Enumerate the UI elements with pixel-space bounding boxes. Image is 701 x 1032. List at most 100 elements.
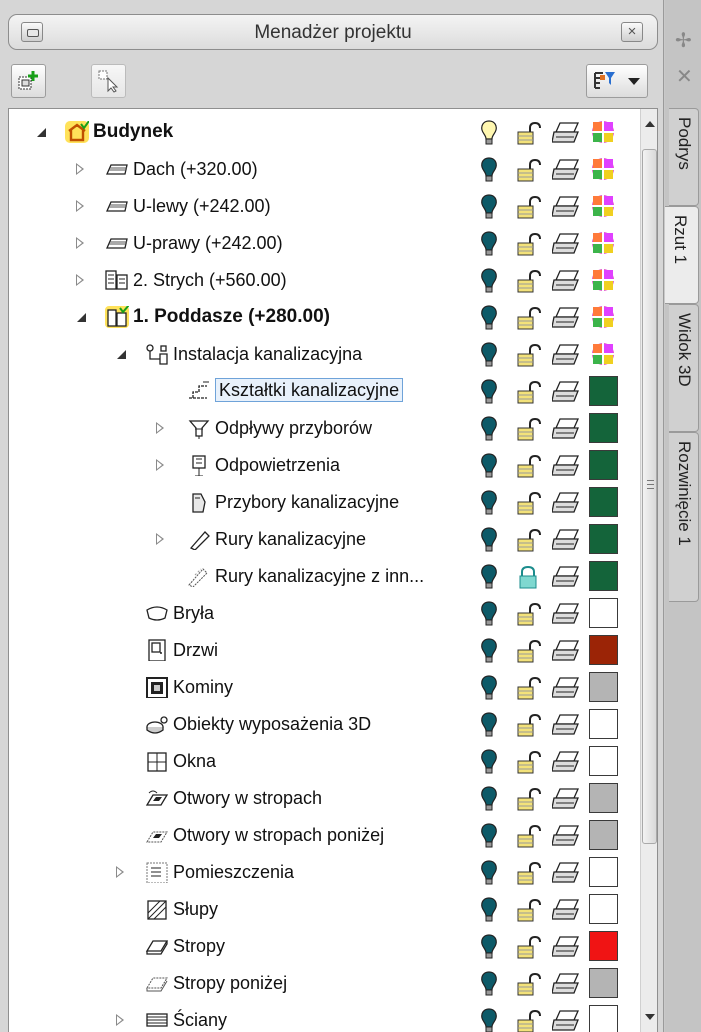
layer-color-swatch[interactable] xyxy=(589,783,618,813)
visibility-bulb-icon[interactable] xyxy=(480,119,498,152)
tree-item-label[interactable]: Ściany xyxy=(173,1009,227,1031)
vertical-scrollbar[interactable] xyxy=(640,109,657,1032)
print-icon[interactable] xyxy=(551,379,582,410)
print-icon[interactable] xyxy=(551,231,582,262)
tab-widok-3d[interactable]: Widok 3D xyxy=(669,304,699,432)
lock-open-icon[interactable] xyxy=(516,232,542,263)
visibility-bulb-icon[interactable] xyxy=(480,748,498,781)
tree-row[interactable]: Ściany xyxy=(9,1002,631,1032)
tree-item-label[interactable]: Stropy poniżej xyxy=(173,972,287,994)
visibility-bulb-icon[interactable] xyxy=(480,859,498,892)
print-icon[interactable] xyxy=(551,934,582,965)
print-icon[interactable] xyxy=(551,305,582,336)
tree-item-label[interactable]: Słupy xyxy=(173,898,218,920)
tree-row[interactable]: Okna xyxy=(9,743,631,780)
lock-open-icon[interactable] xyxy=(516,602,542,633)
close-icon[interactable]: ✕ xyxy=(676,64,693,89)
print-icon[interactable] xyxy=(551,675,582,706)
layer-color-swatch[interactable] xyxy=(589,709,618,739)
multicolor-icon[interactable] xyxy=(591,305,615,329)
tree-row[interactable]: 2. Strych (+560.00) xyxy=(9,262,631,299)
tree-row[interactable]: Otwory w stropach xyxy=(9,780,631,817)
scroll-down-icon[interactable] xyxy=(645,1014,655,1020)
scrollbar-thumb[interactable] xyxy=(642,149,657,844)
multicolor-icon[interactable] xyxy=(591,342,615,366)
layer-color-swatch[interactable] xyxy=(589,524,618,554)
tree-row[interactable]: Kominy xyxy=(9,669,631,706)
tree-row[interactable]: 1. Poddasze (+280.00) xyxy=(9,299,631,336)
lock-open-icon[interactable] xyxy=(516,676,542,707)
expand-arrow-icon[interactable] xyxy=(116,866,125,878)
print-icon[interactable] xyxy=(551,157,582,188)
expand-arrow-icon[interactable] xyxy=(76,274,85,286)
tree-item-label[interactable]: Drzwi xyxy=(173,639,218,661)
lock-open-icon[interactable] xyxy=(516,861,542,892)
tree-item-label[interactable]: Instalacja kanalizacyjna xyxy=(173,343,362,365)
visibility-bulb-icon[interactable] xyxy=(480,452,498,485)
visibility-bulb-icon[interactable] xyxy=(480,489,498,522)
lock-open-icon[interactable] xyxy=(516,787,542,818)
tree-row[interactable]: Stropy xyxy=(9,928,631,965)
tree-row[interactable]: Budynek xyxy=(9,114,631,151)
layer-color-swatch[interactable] xyxy=(589,635,618,665)
print-icon[interactable] xyxy=(551,453,582,484)
lock-open-icon[interactable] xyxy=(516,1009,542,1032)
lock-open-icon[interactable] xyxy=(516,972,542,1003)
visibility-bulb-icon[interactable] xyxy=(480,970,498,1003)
tree-row[interactable]: Instalacja kanalizacyjna xyxy=(9,336,631,373)
lock-open-icon[interactable] xyxy=(516,491,542,522)
lock-open-icon[interactable] xyxy=(516,824,542,855)
lock-open-icon[interactable] xyxy=(516,528,542,559)
tree-row[interactable]: Dach (+320.00) xyxy=(9,151,631,188)
lock-open-icon[interactable] xyxy=(516,454,542,485)
visibility-bulb-icon[interactable] xyxy=(480,415,498,448)
visibility-bulb-icon[interactable] xyxy=(480,267,498,300)
lock-open-icon[interactable] xyxy=(516,417,542,448)
tree-item-label[interactable]: 2. Strych (+560.00) xyxy=(133,269,287,291)
layer-color-swatch[interactable] xyxy=(589,894,618,924)
print-icon[interactable] xyxy=(551,638,582,669)
layer-color-swatch[interactable] xyxy=(589,968,618,998)
print-icon[interactable] xyxy=(551,749,582,780)
tree-row[interactable]: Bryła xyxy=(9,595,631,632)
visibility-bulb-icon[interactable] xyxy=(480,933,498,966)
layer-color-swatch[interactable] xyxy=(589,672,618,702)
tree-row[interactable]: Przybory kanalizacyjne xyxy=(9,484,631,521)
tree-row[interactable]: U-lewy (+242.00) xyxy=(9,188,631,225)
print-icon[interactable] xyxy=(551,490,582,521)
lock-open-icon[interactable] xyxy=(516,380,542,411)
visibility-bulb-icon[interactable] xyxy=(480,304,498,337)
collapse-arrow-icon[interactable] xyxy=(117,350,126,359)
scroll-up-icon[interactable] xyxy=(645,121,655,127)
tree-row[interactable]: Drzwi xyxy=(9,632,631,669)
visibility-bulb-icon[interactable] xyxy=(480,230,498,263)
print-icon[interactable] xyxy=(551,786,582,817)
visibility-bulb-icon[interactable] xyxy=(480,156,498,189)
tree-item-label[interactable]: Przybory kanalizacyjne xyxy=(215,491,399,513)
visibility-bulb-icon[interactable] xyxy=(480,563,498,596)
lock-open-icon[interactable] xyxy=(516,639,542,670)
tree-row[interactable]: Obiekty wyposażenia 3D xyxy=(9,706,631,743)
tree-item-label[interactable]: Otwory w stropach poniżej xyxy=(173,824,384,846)
visibility-bulb-icon[interactable] xyxy=(480,600,498,633)
collapse-arrow-icon[interactable] xyxy=(77,313,86,322)
tree-item-label[interactable]: 1. Poddasze (+280.00) xyxy=(133,306,330,328)
multicolor-icon[interactable] xyxy=(591,120,615,144)
tree-item-label[interactable]: Kształtki kanalizacyjne xyxy=(215,378,404,402)
print-icon[interactable] xyxy=(551,527,582,558)
layer-color-swatch[interactable] xyxy=(589,413,618,443)
expand-arrow-icon[interactable] xyxy=(76,200,85,212)
lock-open-icon[interactable] xyxy=(516,158,542,189)
tree-row[interactable]: Odpowietrzenia xyxy=(9,447,631,484)
multicolor-icon[interactable] xyxy=(591,268,615,292)
collapse-arrow-icon[interactable] xyxy=(37,128,46,137)
print-icon[interactable] xyxy=(551,860,582,891)
tree-item-label[interactable]: Obiekty wyposażenia 3D xyxy=(173,713,371,735)
print-icon[interactable] xyxy=(551,971,582,1002)
layer-color-swatch[interactable] xyxy=(589,931,618,961)
lock-open-icon[interactable] xyxy=(516,269,542,300)
layer-color-swatch[interactable] xyxy=(589,487,618,517)
tab-rozwiniecie-1[interactable]: Rozwinięcie 1 xyxy=(669,432,699,602)
tree-row[interactable]: Odpływy przyborów xyxy=(9,410,631,447)
tree-row[interactable]: Otwory w stropach poniżej xyxy=(9,817,631,854)
